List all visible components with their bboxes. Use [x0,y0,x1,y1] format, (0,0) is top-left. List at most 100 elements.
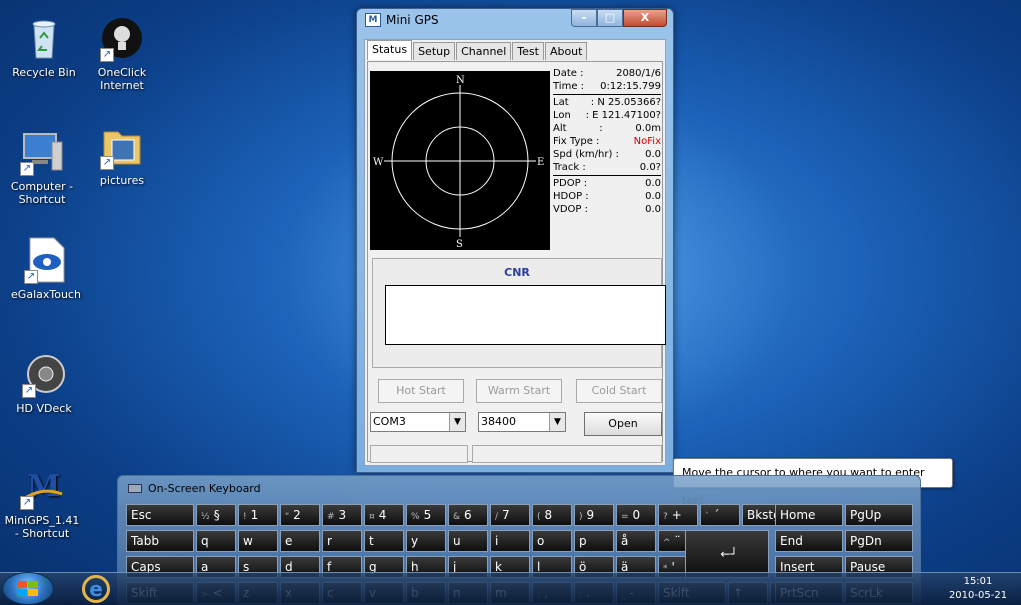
key-esc[interactable]: Esc [126,504,194,526]
enter-icon: ←┘ [720,547,738,561]
key-char[interactable]: i [490,530,530,552]
shortcut-arrow-icon: ↗ [24,270,38,284]
shortcut-arrow-icon: ↗ [100,156,114,170]
desktop-icon-label: Recycle Bin [12,66,76,79]
clock-date: 2010-05-21 [948,590,1008,601]
key-char[interactable]: ¤ 4 [364,504,404,526]
window-client-area: Status Setup Channel Test About N S W E [364,39,666,466]
key-char[interactable]: t [364,530,404,552]
hot-start-button[interactable]: Hot Start [378,379,464,403]
key-label: å [621,534,629,548]
tab-about[interactable]: About [544,42,588,60]
key-label: 0 [632,508,641,522]
desktop-icon-egalaxtouch[interactable]: ↗ eGalaxTouch [6,236,86,301]
key-label: Home [780,508,816,522]
desktop-icon-hd-vdeck[interactable]: ↗ HD VDeck [4,350,84,415]
minimize-button[interactable]: – [571,9,597,27]
key-char[interactable]: u [448,530,488,552]
key-end[interactable]: End [775,530,843,552]
key-char[interactable]: r [322,530,362,552]
cold-start-button[interactable]: Cold Start [576,379,662,403]
key-label: 6 [464,508,472,522]
pdop-value: 0.0 [645,178,661,189]
key-char[interactable]: y [406,530,446,552]
key-pgup[interactable]: PgUp [845,504,913,526]
osk-title: On-Screen Keyboard [148,482,261,495]
key-char[interactable]: (8 [532,504,572,526]
key-label: 8 [544,508,553,522]
desktop-icon-pictures[interactable]: ↗ pictures [82,122,162,187]
key-char[interactable]: #3 [322,504,362,526]
desktop-icon-label: eGalaxTouch [11,288,81,301]
key-char[interactable]: % 5 [406,504,446,526]
key-shift-label: # [327,512,335,522]
radar-east-label: E [537,157,544,168]
lat-label: Lat [553,97,569,108]
key-tabb[interactable]: Tabb [126,530,194,552]
time-value: 0:12:15.799 [600,81,661,92]
warm-start-button[interactable]: Warm Start [476,379,562,403]
tab-channel[interactable]: Channel [456,42,512,60]
cnr-graph [385,285,666,345]
desktop-icon-label: Computer - Shortcut [10,180,74,206]
cnr-label: CNR [504,266,530,279]
key-label: + [671,508,682,522]
alt-value: 0.0m [635,123,661,134]
window-title-bar[interactable]: M Mini GPS [365,13,439,27]
close-button[interactable]: X [623,9,667,27]
tab-test[interactable]: Test [512,42,544,60]
track-value: 0.0? [639,162,661,173]
key-char[interactable]: å [616,530,656,552]
system-clock[interactable]: 15:01 2010-05-21 [943,575,1013,603]
alt-sep: : [599,123,603,134]
chevron-down-icon[interactable]: ▼ [549,413,565,431]
maximize-button[interactable]: □ [597,9,623,27]
divider [553,175,661,176]
tab-status[interactable]: Status [367,40,413,60]
desktop-icon-recycle-bin[interactable]: Recycle Bin [4,14,84,79]
key-char[interactable]: ` ´ [700,504,740,526]
desktop-icon-oneclick[interactable]: ↗ OneClick Internet [82,14,162,92]
vdeck-icon: ↗ [20,350,68,398]
baud-rate-value: 38400 [481,415,516,428]
key-char[interactable]: q [196,530,236,552]
desktop-icon-minigps[interactable]: M ↗ MiniGPS_1.41 - Shortcut [2,462,82,540]
desktop-icon-computer[interactable]: ↗ Computer - Shortcut [2,128,82,206]
key-char[interactable]: ½ § [196,504,236,526]
tab-setup[interactable]: Setup [413,42,456,60]
key-label: y [411,534,419,548]
mini-gps-window[interactable]: M Mini GPS – □ X Status Setup Channel Te… [356,8,674,473]
internet-explorer-icon[interactable]: e [82,575,110,603]
key-label: PgDn [850,534,882,548]
com-port-value: COM3 [373,415,406,428]
open-button[interactable]: Open [584,412,662,436]
key-home[interactable]: Home [775,504,843,526]
key-char[interactable]: o [532,530,572,552]
key-char[interactable]: ? + [658,504,698,526]
chevron-down-icon[interactable]: ▼ [449,413,465,431]
radar-west-label: W [373,157,384,168]
key-char[interactable]: w [238,530,278,552]
key-label: ¨ [674,534,681,548]
shortcut-arrow-icon: ↗ [100,48,114,62]
key-char[interactable]: /7 [490,504,530,526]
key-char[interactable]: ! 1 [238,504,278,526]
key-pgdn[interactable]: PgDn [845,530,913,552]
key-char[interactable]: p [574,530,614,552]
oneclick-icon: ↗ [98,14,146,62]
radar-north-label: N [456,75,465,86]
key-char[interactable]: = 0 [616,504,656,526]
baud-rate-select[interactable]: 38400 ▼ [478,412,566,432]
key-label: 3 [338,508,347,522]
key-char[interactable]: e [280,530,320,552]
key-char[interactable]: ) 9 [574,504,614,526]
shortcut-arrow-icon: ↗ [20,496,34,510]
start-button[interactable] [2,572,54,605]
com-port-select[interactable]: COM3 ▼ [370,412,466,432]
key-label: e [285,534,293,548]
key-char[interactable]: " 2 [280,504,320,526]
osk-title-bar[interactable]: On-Screen Keyboard [128,482,261,495]
pdop-label: PDOP : [553,178,588,189]
key-enter[interactable]: ←┘ [685,530,769,578]
key-char[interactable]: & 6 [448,504,488,526]
